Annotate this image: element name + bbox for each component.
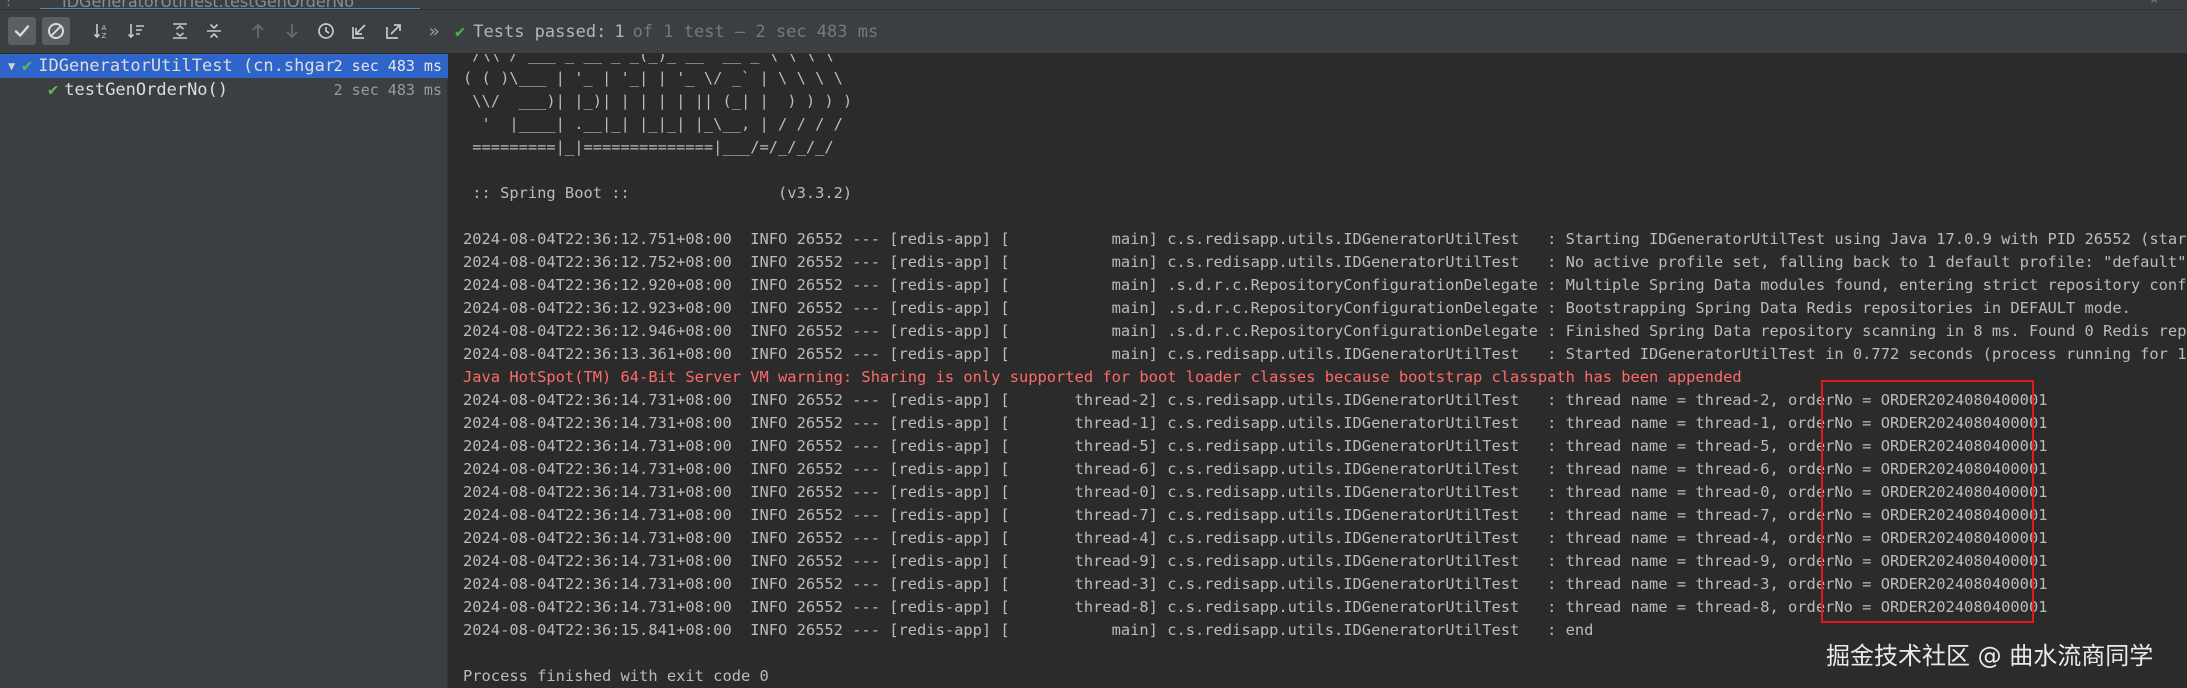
test-history-button[interactable]	[312, 17, 340, 45]
console-line: 2024-08-04T22:36:14.731+08:00 INFO 26552…	[463, 529, 2048, 547]
sort-by-duration-button[interactable]	[122, 17, 150, 45]
order-number-highlight-box	[1821, 380, 2034, 623]
previous-failed-button[interactable]	[244, 17, 272, 45]
console-line: 2024-08-04T22:36:12.923+08:00 INFO 26552…	[463, 299, 2131, 317]
sort-alphabetically-button[interactable]: AZ	[88, 17, 116, 45]
export-tests-icon	[386, 24, 401, 39]
console-line: 2024-08-04T22:36:14.731+08:00 INFO 26552…	[463, 483, 2048, 501]
import-tests-button[interactable]	[346, 17, 374, 45]
console-line: 2024-08-04T22:36:13.361+08:00 INFO 26552…	[463, 345, 2187, 363]
svg-text:Z: Z	[102, 32, 107, 40]
tab-close-icon[interactable]: ×	[2150, 0, 2158, 8]
status-label: Tests passed:	[473, 22, 607, 42]
test-runner-toolbar: AZ »	[0, 10, 2187, 54]
console-line: :: Spring Boot :: (v3.3.2)	[463, 184, 853, 202]
history-icon	[318, 23, 334, 39]
run-tool-window: ⋮ IDGeneratorUtilTest.testGenOrderNo × A…	[0, 0, 2187, 688]
tree-node-duration: 2 sec 483 ms	[333, 57, 442, 75]
next-failed-button[interactable]	[278, 17, 306, 45]
sort-duration-icon	[127, 24, 144, 39]
console-line: 2024-08-04T22:36:12.946+08:00 INFO 26552…	[463, 322, 2187, 340]
tree-node-label: IDGeneratorUtilTest (cn.shgar	[38, 56, 336, 76]
watermark: 掘金技术社区 @ 曲水流商同学	[1826, 642, 2154, 670]
svg-text:A: A	[102, 24, 107, 32]
tree-node-label: testGenOrderNo()	[64, 80, 229, 100]
console-line: 2024-08-04T22:36:14.731+08:00 INFO 26552…	[463, 575, 2048, 593]
console-line: 2024-08-04T22:36:14.731+08:00 INFO 26552…	[463, 506, 2048, 524]
test-status: ✔ Tests passed: 1 of 1 test – 2 sec 483 …	[455, 10, 878, 54]
console-line: 2024-08-04T22:36:14.731+08:00 INFO 26552…	[463, 598, 2048, 616]
console-line: ( ( )\___ | '_ | '_| | '_ \/ _` | \ \ \ …	[463, 69, 843, 87]
console-line: 2024-08-04T22:36:12.752+08:00 INFO 26552…	[463, 253, 2187, 271]
stop-circle-icon	[48, 23, 64, 39]
import-tests-icon	[352, 24, 366, 39]
console-line: /\\ / ___'_ __ _ _(_)_ __ __ _ \ \ \ \	[463, 54, 834, 64]
console-line: 2024-08-04T22:36:14.731+08:00 INFO 26552…	[463, 552, 2048, 570]
console-line: 2024-08-04T22:36:14.731+08:00 INFO 26552…	[463, 391, 2048, 409]
console-line: ' |____| .__|_| |_|_| |_\__, | / / / /	[463, 115, 843, 133]
console-line: 2024-08-04T22:36:14.731+08:00 INFO 26552…	[463, 437, 2048, 455]
tab-options-icon[interactable]: ⋮	[2, 0, 15, 9]
passed-check-icon: ✔	[48, 80, 59, 100]
status-detail: of 1 test – 2 sec 483 ms	[632, 22, 879, 42]
chevron-down-icon[interactable]: ▼	[8, 59, 22, 73]
tree-node-test-class[interactable]: ▼ ✔ IDGeneratorUtilTest (cn.shgar 2 sec …	[0, 54, 448, 78]
console-line: 2024-08-04T22:36:14.731+08:00 INFO 26552…	[463, 414, 2048, 432]
sort-alpha-icon: AZ	[93, 24, 107, 40]
check-icon	[14, 25, 30, 37]
status-count: 1	[614, 22, 625, 42]
collapse-all-button[interactable]	[200, 17, 228, 45]
more-icon[interactable]: »	[424, 17, 444, 45]
export-tests-button[interactable]	[380, 17, 408, 45]
expand-all-button[interactable]	[166, 17, 194, 45]
test-results-tree: ▼ ✔ IDGeneratorUtilTest (cn.shgar 2 sec …	[0, 54, 448, 688]
run-tab-strip: ⋮ IDGeneratorUtilTest.testGenOrderNo ×	[0, 0, 2187, 10]
tree-node-duration: 2 sec 483 ms	[333, 81, 442, 99]
tree-node-test-method[interactable]: ✔ testGenOrderNo() 2 sec 483 ms	[0, 78, 448, 102]
arrow-up-icon	[252, 23, 264, 38]
console-line: \\/ ___)| |_)| | | | | || (_| | ) ) ) )	[463, 92, 853, 110]
console-warning-line: Java HotSpot(TM) 64-Bit Server VM warnin…	[463, 368, 1742, 386]
expand-all-icon	[173, 23, 187, 39]
console-line: 2024-08-04T22:36:14.731+08:00 INFO 26552…	[463, 460, 2048, 478]
console-line: 2024-08-04T22:36:12.751+08:00 INFO 26552…	[463, 230, 2187, 248]
show-ignored-button[interactable]	[42, 17, 70, 45]
passed-check-icon: ✔	[22, 56, 33, 76]
collapse-all-icon	[207, 23, 221, 39]
arrow-down-icon	[286, 24, 298, 39]
console-line: Process finished with exit code 0	[463, 667, 769, 685]
passed-check-icon: ✔	[455, 22, 466, 42]
console-line: 2024-08-04T22:36:12.920+08:00 INFO 26552…	[463, 276, 2187, 294]
show-passed-button[interactable]	[8, 17, 36, 45]
console-line: =========|_|==============|___/=/_/_/_/	[463, 138, 834, 156]
console-line: 2024-08-04T22:36:15.841+08:00 INFO 26552…	[463, 621, 1594, 639]
